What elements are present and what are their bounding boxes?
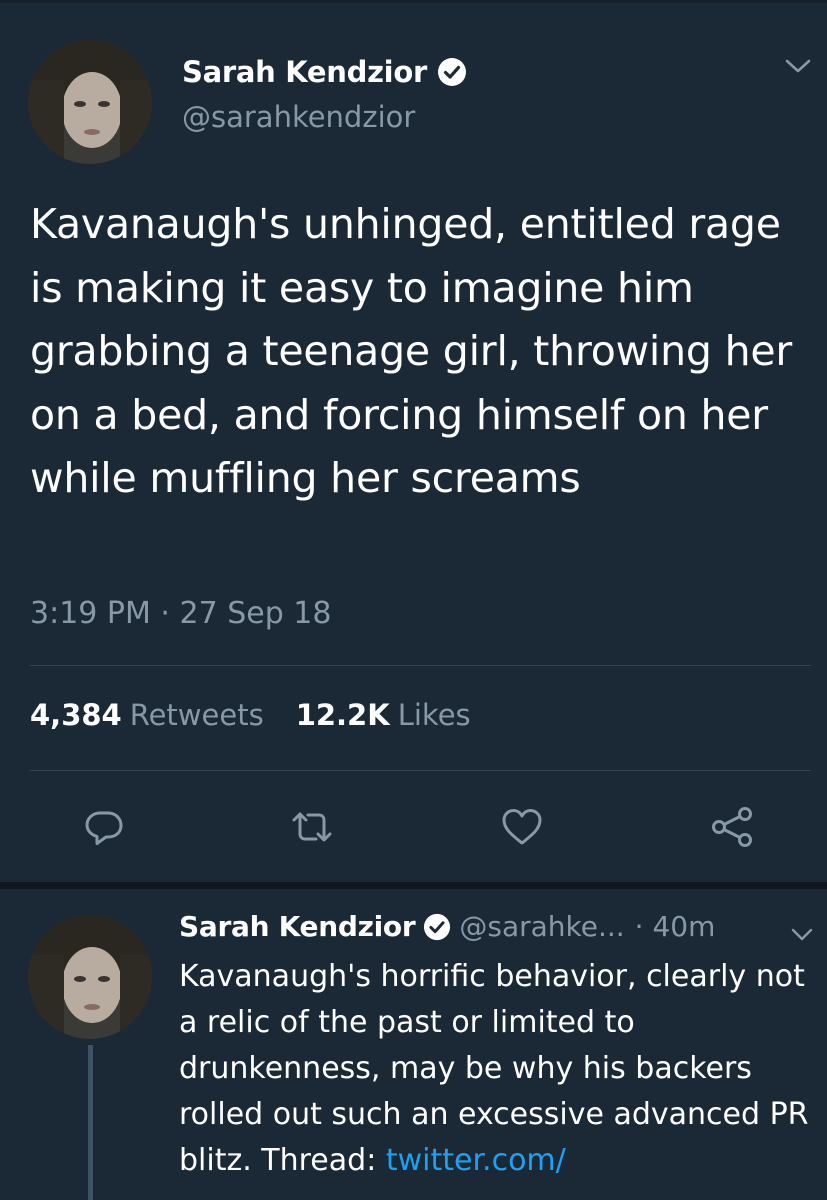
avatar[interactable] [28,40,152,164]
author-name[interactable]: Sarah Kendzior [182,55,427,89]
reply-avatar[interactable] [28,915,152,1039]
likes-count[interactable]: 12.2K [296,698,390,732]
reply-link[interactable]: twitter.com/ [386,1143,566,1178]
tweet-stats: 4,384 Retweets 12.2K Likes [30,698,471,732]
share-button[interactable] [708,803,756,851]
chevron-down-icon[interactable] [790,926,814,944]
verified-badge-icon [423,913,451,941]
thread-connector-line [88,1045,93,1200]
divider [30,665,811,666]
likes-label[interactable]: Likes [398,698,471,732]
chevron-down-icon[interactable] [784,56,812,76]
reply-text: Kavanaugh's horrific behavior, clearly n… [179,954,819,1184]
reply-author-handle[interactable]: @sarahke... [459,910,624,943]
retweets-count[interactable]: 4,384 [30,698,122,732]
like-button[interactable] [498,803,546,851]
heart-icon [498,809,546,855]
verified-badge-icon [437,57,467,87]
reply-time: · 40m [634,910,716,943]
reply-author-name[interactable]: Sarah Kendzior [179,910,416,943]
tweet-detail-screen: Sarah Kendzior @sarahkendzior Kavanaugh'… [0,0,827,1200]
section-separator [0,882,827,889]
tweet-timestamp: 3:19 PM · 27 Sep 18 [30,596,332,631]
retweets-label[interactable]: Retweets [130,698,264,732]
reply-icon [80,811,128,855]
retweet-button[interactable] [288,803,336,851]
reply-button[interactable] [80,803,128,851]
author-handle[interactable]: @sarahkendzior [182,100,415,134]
top-edge [0,0,827,3]
retweet-icon [288,812,336,855]
divider [30,770,811,771]
share-icon [708,807,756,855]
author-name-row[interactable]: Sarah Kendzior [182,55,467,89]
tweet-text: Kavanaugh's unhinged, entitled rage is m… [30,200,793,502]
reply-header: Sarah Kendzior @sarahke... · 40m [179,910,715,943]
